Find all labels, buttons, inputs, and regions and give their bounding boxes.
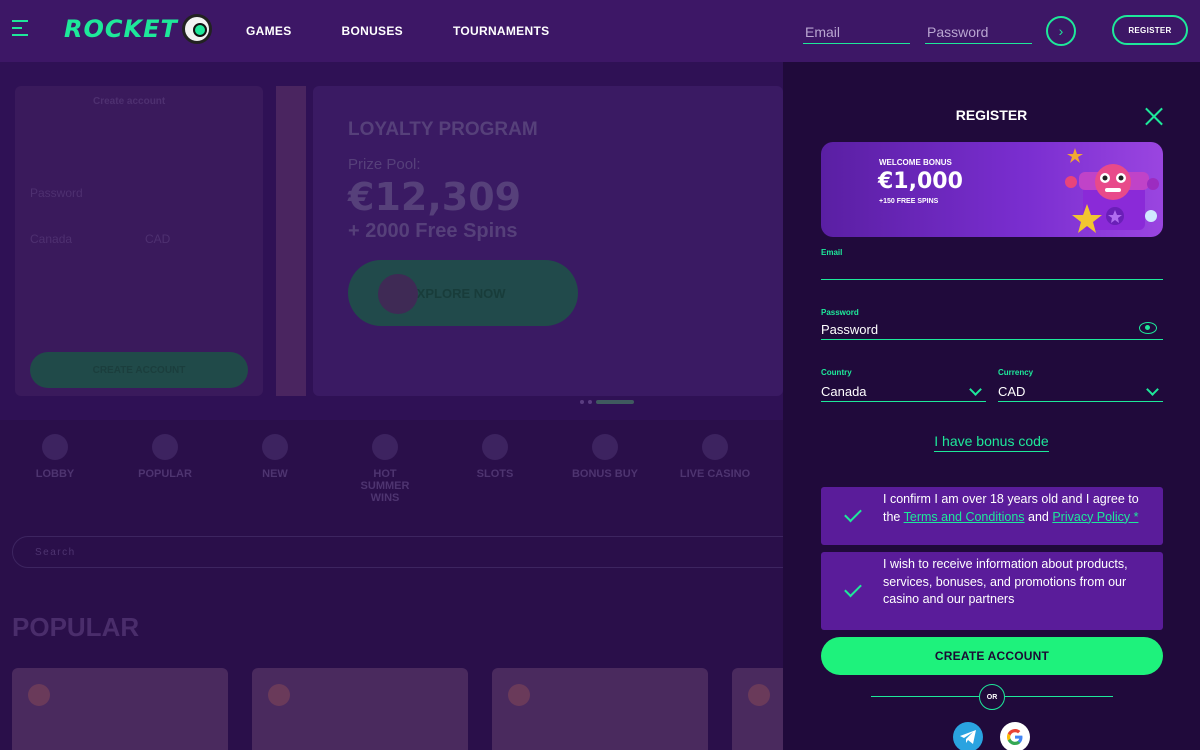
google-icon — [1007, 729, 1023, 745]
marketing-checkbox[interactable]: I wish to receive information about prod… — [821, 552, 1163, 630]
game-search-input: Search — [12, 536, 783, 568]
game-tile — [492, 668, 708, 750]
currency-value: CAD — [998, 384, 1026, 399]
chevron-down-icon — [1146, 382, 1159, 396]
check-icon — [844, 579, 862, 598]
check-icon — [844, 504, 862, 523]
telegram-icon — [960, 730, 976, 744]
password-field[interactable] — [821, 320, 1163, 340]
country-value: Canada — [821, 384, 867, 399]
register-drawer: REGISTER WELCOME BONUS €1,000 +150 FREE … — [783, 62, 1200, 750]
country-select[interactable]: Canada — [821, 382, 986, 402]
category-hot-summer-wins: HOT SUMMER WINS — [330, 434, 440, 504]
category-bonus-buy: BONUS BUY — [550, 434, 660, 504]
drawer-title: REGISTER — [955, 107, 1028, 123]
bonus-buy-icon — [592, 434, 618, 460]
create-account-button[interactable]: CREATE ACCOUNT — [821, 637, 1163, 675]
nav-bonuses[interactable]: BONUSES — [342, 24, 403, 38]
bg-form-country: Canada — [30, 232, 73, 246]
carousel-dots — [580, 400, 634, 404]
terms-link[interactable]: Terms and Conditions — [904, 510, 1025, 524]
marketing-text: I wish to receive information about prod… — [883, 557, 1128, 606]
hero-area: Create account Password Canada CAD CREAT… — [0, 62, 783, 420]
main-nav: GAMES BONUSES TOURNAMENTS — [246, 24, 549, 38]
currency-select[interactable]: CAD — [998, 382, 1163, 402]
category-lobby: LOBBY — [0, 434, 110, 504]
prize-label: Prize Pool: — [348, 156, 421, 173]
bonus-spins: +150 FREE SPINS — [879, 198, 939, 205]
live-casino-icon — [702, 434, 728, 460]
explore-now-button: EXPLORE NOW — [348, 260, 578, 326]
arrow-right-icon: › — [1058, 23, 1064, 39]
logo-text: ROCKET — [64, 15, 178, 43]
email-field[interactable] — [821, 260, 1163, 280]
bg-form-currency: CAD — [145, 232, 171, 246]
category-popular: POPULAR — [110, 434, 220, 504]
top-header: ROCKET GAMES BONUSES TOURNAMENTS › REGIS… — [0, 0, 1200, 62]
or-badge: OR — [979, 684, 1005, 710]
slots-icon — [482, 434, 508, 460]
bonus-amount: €1,000 — [878, 169, 963, 194]
hero-divider — [276, 86, 306, 396]
rocket-mascot-icon — [181, 14, 212, 44]
nav-games[interactable]: GAMES — [246, 24, 292, 38]
close-icon[interactable] — [1145, 107, 1163, 125]
country-label: Country — [821, 368, 852, 377]
email-label: Email — [821, 248, 843, 257]
explore-label: EXPLORE NOW — [408, 285, 506, 301]
divider-left — [871, 696, 979, 697]
bg-form-title: Create account — [93, 96, 166, 107]
currency-label: Currency — [998, 368, 1034, 377]
popular-section-title: POPULAR — [12, 612, 140, 642]
bg-create-account-button: CREATE ACCOUNT — [30, 352, 248, 388]
age-terms-text: I confirm I am over 18 years old and I a… — [883, 492, 1139, 524]
chevron-down-icon — [969, 382, 982, 396]
password-label: Password — [821, 308, 859, 317]
bg-form-password: Password — [30, 186, 83, 200]
game-tile — [252, 668, 468, 750]
lobby-icon — [42, 434, 68, 460]
category-slots: SLOTS — [440, 434, 550, 504]
privacy-policy-link[interactable]: Privacy Policy * — [1052, 510, 1138, 524]
new-icon — [262, 434, 288, 460]
bonus-code-link-text: I have bonus code — [934, 433, 1049, 452]
popular-icon — [152, 434, 178, 460]
category-live-casino: LIVE CASINO — [660, 434, 770, 504]
logo[interactable]: ROCKET — [64, 14, 212, 44]
login-submit-button[interactable]: › — [1046, 16, 1076, 46]
header-password-input[interactable] — [925, 20, 1032, 44]
google-login-button[interactable] — [1000, 722, 1030, 750]
header-email-input[interactable] — [803, 20, 910, 44]
header-register-button[interactable]: REGISTER — [1112, 15, 1188, 45]
divider-right — [1005, 696, 1113, 697]
treasure-chest-icon — [1065, 148, 1159, 233]
telegram-login-button[interactable] — [953, 722, 983, 750]
category-new: NEW — [220, 434, 330, 504]
age-terms-checkbox[interactable]: I confirm I am over 18 years old and I a… — [821, 487, 1163, 545]
prize-amount: €12,309 — [348, 175, 522, 219]
nav-tournaments[interactable]: TOURNAMENTS — [453, 24, 549, 38]
bonus-label: WELCOME BONUS — [879, 158, 952, 167]
hot-icon — [372, 434, 398, 460]
category-bar: LOBBY POPULAR NEW HOT SUMMER WINS SLOTS … — [0, 434, 783, 504]
eye-icon[interactable] — [1139, 322, 1157, 334]
welcome-bonus-banner: WELCOME BONUS €1,000 +150 FREE SPINS — [821, 142, 1163, 237]
bonus-code-link[interactable]: I have bonus code — [783, 433, 1200, 452]
menu-icon[interactable] — [12, 20, 28, 40]
game-tile — [12, 668, 228, 750]
game-tile — [732, 668, 783, 750]
prize-spins: + 2000 Free Spins — [348, 220, 518, 242]
loyalty-title: LOYALTY PROGRAM — [348, 119, 538, 140]
background-page: Create account Password Canada CAD CREAT… — [0, 62, 783, 750]
